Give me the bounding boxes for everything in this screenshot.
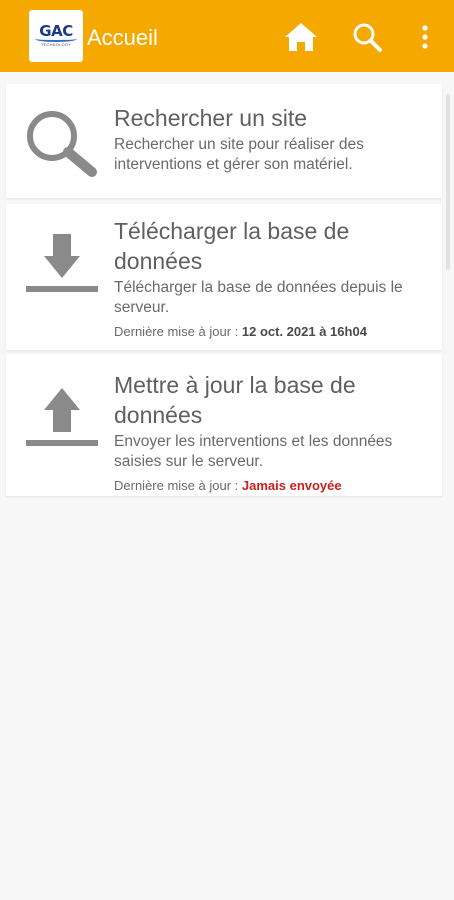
scrollbar[interactable] — [446, 94, 450, 270]
home-icon — [285, 23, 317, 51]
last-update-line: Dernière mise à jour : 12 oct. 2021 à 16… — [114, 323, 434, 341]
card-description: Rechercher un site pour réaliser des int… — [114, 136, 364, 173]
search-icon — [353, 23, 382, 52]
last-update-line: Dernière mise à jour : Jamais envoyée — [114, 477, 434, 495]
last-update-value: Jamais envoyée — [241, 478, 342, 493]
more-vert-icon — [422, 25, 428, 49]
download-database-card[interactable]: Télécharger la base de données Télécharg… — [6, 204, 442, 350]
card-title: Mettre à jour la base de données — [114, 372, 356, 428]
search-button[interactable] — [349, 18, 385, 56]
upload-database-card[interactable]: Mettre à jour la base de données Envoyer… — [6, 354, 442, 496]
upload-icon — [24, 386, 100, 455]
last-update-label: Dernière mise à jour : — [114, 324, 242, 339]
card-description: Envoyer les interventions et les données… — [114, 433, 393, 470]
home-button[interactable] — [282, 18, 320, 56]
gac-logo: GAC TECHNOLOGY — [29, 10, 83, 62]
download-icon — [24, 232, 100, 301]
overflow-menu-button[interactable] — [412, 18, 438, 56]
page-title: Accueil — [87, 25, 158, 50]
card-title: Rechercher un site — [114, 105, 308, 131]
app-bar: GAC TECHNOLOGY Accueil — [0, 0, 454, 72]
card-title: Télécharger la base de données — [114, 218, 350, 274]
search-site-card[interactable]: Rechercher un site Rechercher un site po… — [6, 84, 442, 198]
logo-subtext: TECHNOLOGY — [40, 42, 71, 47]
last-update-label: Dernière mise à jour : — [114, 478, 242, 493]
card-description: Télécharger la base de données depuis le… — [114, 279, 403, 316]
search-icon — [24, 108, 100, 183]
last-update-value: 12 oct. 2021 à 16h04 — [241, 324, 367, 339]
